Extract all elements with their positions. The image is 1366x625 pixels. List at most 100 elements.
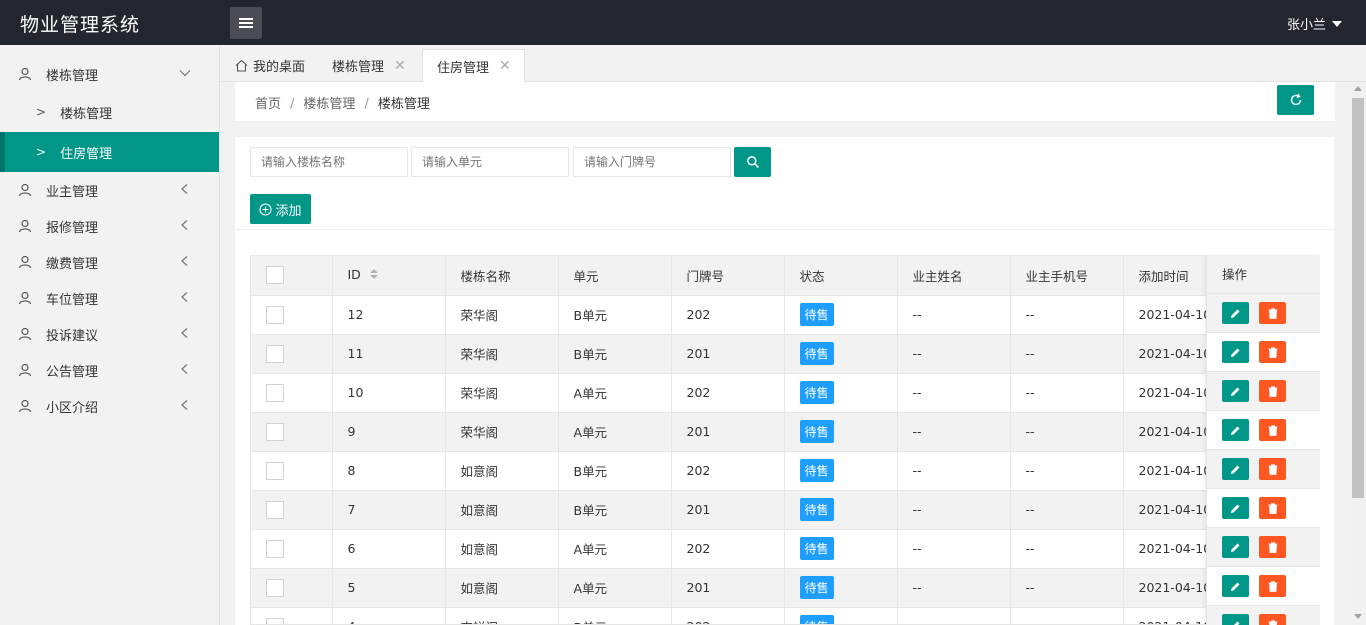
edit-button[interactable] bbox=[1222, 536, 1249, 558]
checkbox[interactable] bbox=[266, 305, 284, 324]
row-checkbox-cell[interactable] bbox=[251, 295, 333, 335]
building-name-input[interactable] bbox=[250, 147, 408, 177]
sidebar-item-label: 业主管理 bbox=[46, 184, 99, 200]
delete-button[interactable] bbox=[1259, 419, 1286, 441]
delete-button[interactable] bbox=[1259, 497, 1286, 519]
sidebar: 楼栋管理 > 楼栋管理 > 住房管理 业主管理 报修管理 缴费管理 车位管理 投… bbox=[0, 45, 220, 625]
sidebar-item-label: 缴费管理 bbox=[46, 256, 99, 272]
checkbox[interactable] bbox=[266, 383, 284, 402]
row-checkbox-cell[interactable] bbox=[251, 529, 333, 569]
checkbox[interactable] bbox=[266, 266, 284, 285]
delete-button[interactable] bbox=[1259, 302, 1286, 324]
door-number-input[interactable] bbox=[573, 147, 731, 177]
scroll-up-icon[interactable] bbox=[1354, 86, 1362, 91]
row-checkbox-cell[interactable] bbox=[251, 568, 333, 608]
checkbox[interactable] bbox=[266, 344, 284, 363]
close-icon[interactable]: ✕ bbox=[499, 58, 511, 74]
cell-door: 202 bbox=[671, 373, 785, 413]
search-button[interactable] bbox=[734, 147, 771, 177]
menu-toggle-button[interactable] bbox=[230, 7, 262, 39]
cell-owner: -- bbox=[897, 490, 1011, 530]
checkbox[interactable] bbox=[266, 539, 284, 558]
cell-status: 待售 bbox=[784, 607, 898, 624]
row-checkbox-cell[interactable] bbox=[251, 607, 333, 624]
breadcrumb-home[interactable]: 首页 bbox=[255, 97, 281, 112]
sidebar-item-repair[interactable]: 报修管理 bbox=[0, 208, 219, 244]
delete-button[interactable] bbox=[1259, 341, 1286, 363]
sidebar-item-owner[interactable]: 业主管理 bbox=[0, 172, 219, 208]
cell-building: 荣华阁 bbox=[445, 334, 559, 374]
delete-button[interactable] bbox=[1259, 380, 1286, 402]
trash-icon bbox=[1268, 346, 1277, 358]
edit-button[interactable] bbox=[1222, 575, 1249, 597]
header-select-all[interactable] bbox=[251, 256, 333, 296]
row-checkbox-cell[interactable] bbox=[251, 490, 333, 530]
edit-button[interactable] bbox=[1222, 419, 1249, 441]
checkbox[interactable] bbox=[266, 617, 284, 624]
row-checkbox-cell[interactable] bbox=[251, 451, 333, 491]
sidebar-item-payment[interactable]: 缴费管理 bbox=[0, 244, 219, 280]
edit-button[interactable] bbox=[1222, 458, 1249, 480]
checkbox[interactable] bbox=[266, 461, 284, 480]
header-id[interactable]: ID bbox=[332, 256, 446, 296]
trash-icon bbox=[1268, 502, 1277, 514]
cell-unit: A单元 bbox=[558, 412, 672, 452]
cell-phone: -- bbox=[1010, 568, 1124, 608]
unit-input[interactable] bbox=[411, 147, 569, 177]
edit-button[interactable] bbox=[1222, 614, 1249, 625]
cell-status: 待售 bbox=[784, 295, 898, 335]
row-checkbox-cell[interactable] bbox=[251, 373, 333, 413]
tab-housing[interactable]: 住房管理 ✕ bbox=[422, 49, 525, 82]
refresh-button[interactable] bbox=[1277, 85, 1314, 115]
sidebar-item-community[interactable]: 小区介绍 bbox=[0, 388, 219, 424]
delete-button[interactable] bbox=[1259, 575, 1286, 597]
sidebar-item-label: 报修管理 bbox=[46, 220, 99, 236]
row-checkbox-cell[interactable] bbox=[251, 334, 333, 374]
cell-building: 如意阁 bbox=[445, 490, 559, 530]
table-row: 6 如意阁 A单元 202 待售 -- -- 2021-04-10 ... bbox=[251, 529, 1319, 569]
status-badge: 待售 bbox=[799, 303, 834, 326]
sidebar-subitem-building[interactable]: > 楼栋管理 bbox=[0, 92, 219, 132]
sidebar-item-notice[interactable]: 公告管理 bbox=[0, 352, 219, 388]
sort-icon[interactable] bbox=[369, 268, 379, 283]
breadcrumb-section[interactable]: 楼栋管理 bbox=[303, 97, 355, 112]
sidebar-item-building[interactable]: 楼栋管理 bbox=[0, 56, 219, 92]
page-scrollbar[interactable] bbox=[1350, 82, 1366, 625]
edit-button[interactable] bbox=[1222, 497, 1249, 519]
scroll-thumb[interactable] bbox=[1352, 98, 1364, 498]
edit-button[interactable] bbox=[1222, 380, 1249, 402]
row-checkbox-cell[interactable] bbox=[251, 412, 333, 452]
delete-button[interactable] bbox=[1259, 536, 1286, 558]
cell-unit: B单元 bbox=[558, 334, 672, 374]
sidebar-subitem-housing[interactable]: > 住房管理 bbox=[0, 132, 219, 172]
checkbox[interactable] bbox=[266, 500, 284, 519]
cell-phone: -- bbox=[1010, 334, 1124, 374]
edit-button[interactable] bbox=[1222, 341, 1249, 363]
tab-desktop[interactable]: 我的桌面 bbox=[235, 49, 305, 82]
top-header: 物业管理系统 张小兰 bbox=[0, 0, 1366, 45]
cell-phone: -- bbox=[1010, 451, 1124, 491]
tab-building[interactable]: 楼栋管理 ✕ bbox=[332, 49, 406, 82]
checkbox[interactable] bbox=[266, 422, 284, 441]
close-icon[interactable]: ✕ bbox=[394, 58, 406, 74]
status-badge: 待售 bbox=[799, 498, 834, 521]
scroll-down-icon[interactable] bbox=[1354, 614, 1362, 619]
delete-button[interactable] bbox=[1259, 614, 1286, 625]
sidebar-item-label: 车位管理 bbox=[46, 292, 99, 308]
tab-label: 住房管理 bbox=[437, 60, 490, 76]
add-button[interactable]: 添加 bbox=[250, 194, 311, 224]
sidebar-item-parking[interactable]: 车位管理 bbox=[0, 280, 219, 316]
edit-button[interactable] bbox=[1222, 302, 1249, 324]
home-icon bbox=[235, 59, 248, 72]
cell-phone: -- bbox=[1010, 490, 1124, 530]
edit-icon bbox=[1231, 504, 1240, 513]
operations-row bbox=[1207, 528, 1320, 567]
cell-status: 待售 bbox=[784, 568, 898, 608]
delete-button[interactable] bbox=[1259, 458, 1286, 480]
chevron-left-icon bbox=[179, 219, 191, 235]
user-menu[interactable]: 张小兰 bbox=[1287, 14, 1342, 33]
trash-icon bbox=[1268, 385, 1277, 397]
sidebar-item-complaint[interactable]: 投诉建议 bbox=[0, 316, 219, 352]
chevron-right-icon: > bbox=[36, 105, 47, 119]
checkbox[interactable] bbox=[266, 578, 284, 597]
